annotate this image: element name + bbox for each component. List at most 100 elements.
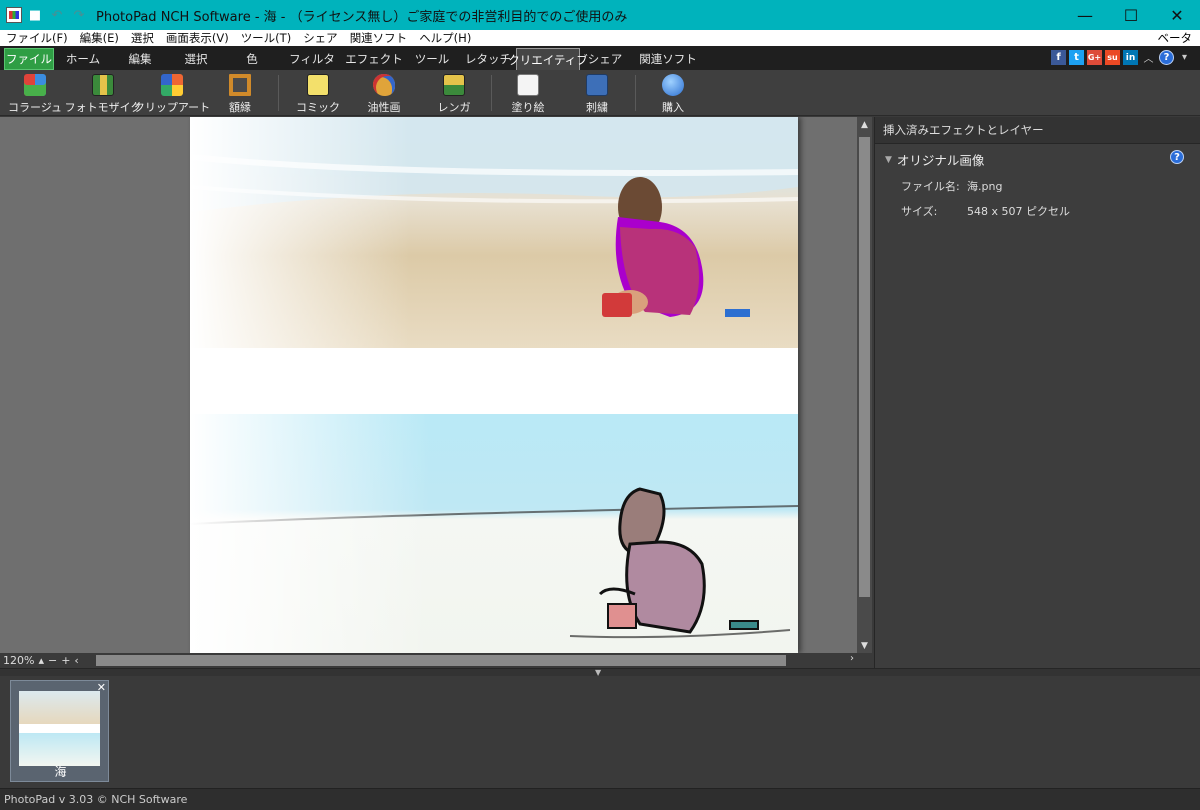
embroidery-button[interactable]: 刺繍 — [582, 74, 612, 115]
menu-select[interactable]: 選択 — [125, 30, 160, 46]
tab-edit[interactable]: 編集 — [112, 48, 168, 70]
embroidery-label: 刺繍 — [586, 101, 608, 114]
googleplus-icon[interactable]: G+ — [1087, 50, 1102, 65]
collage-label: コラージュ — [8, 101, 63, 114]
image-workspace[interactable] — [0, 117, 857, 653]
clipart-icon — [161, 74, 183, 96]
app-icon[interactable] — [6, 7, 22, 23]
zoom-in-button[interactable]: + — [61, 654, 70, 667]
filmstrip-splitter[interactable]: ▼ — [0, 668, 1200, 677]
tab-file[interactable]: ファイル — [4, 48, 54, 70]
zoom-up-icon[interactable]: ▴ — [38, 654, 44, 667]
panel-help-icon[interactable]: ? — [1170, 150, 1184, 164]
tab-home[interactable]: ホーム — [54, 48, 112, 70]
comic-effect-photo — [190, 414, 798, 653]
original-image-section[interactable]: ▼ オリジナル画像 — [875, 150, 1200, 169]
menu-bar: ファイル(F) 編集(E) 選択 画面表示(V) ツール(T) シェア 関連ソフ… — [0, 30, 1200, 46]
buy-button[interactable]: 購入 — [658, 74, 688, 115]
title-bar: ■ ↶ ↷ PhotoPad NCH Software - 海 - （ライセンス… — [0, 0, 1200, 30]
size-value: 548 x 507 ピクセル — [967, 205, 1070, 218]
toolbar-separator — [491, 75, 492, 111]
tab-creative[interactable]: クリエイティブ — [508, 48, 588, 70]
panel-title: 挿入済みエフェクトとレイヤー — [875, 117, 1200, 144]
brick-button[interactable]: レンガ — [437, 74, 471, 115]
tab-filter[interactable]: フィルタ — [280, 48, 344, 70]
tab-color[interactable]: 色 — [224, 48, 280, 70]
photomosaic-button[interactable]: フォトモザイク — [65, 74, 141, 115]
comic-icon — [307, 74, 329, 96]
help-dropdown-icon[interactable]: ▾ — [1177, 50, 1192, 65]
buy-globe-icon — [662, 74, 684, 96]
maximize-button[interactable]: ☐ — [1108, 0, 1154, 30]
size-label: サイズ: — [901, 205, 938, 218]
filename-value: 海.png — [967, 180, 1003, 193]
paintbynumber-icon — [517, 74, 539, 96]
zoom-out-button[interactable]: − — [48, 654, 57, 667]
scroll-up-icon[interactable]: ▲ — [857, 117, 872, 132]
minimize-button[interactable]: — — [1062, 0, 1108, 30]
frame-icon — [229, 74, 251, 96]
horizontal-scroll-thumb[interactable] — [96, 655, 786, 666]
menu-help[interactable]: ヘルプ(H) — [413, 30, 477, 46]
tab-tools[interactable]: ツール — [404, 48, 460, 70]
status-bar: PhotoPad v 3.03 © NCH Software — [0, 788, 1200, 810]
menu-edit[interactable]: 編集(E) — [74, 30, 125, 46]
scroll-down-icon[interactable]: ▼ — [857, 638, 872, 653]
stumbleupon-icon[interactable]: su — [1105, 50, 1120, 65]
filename-label: ファイル名: — [901, 180, 960, 193]
help-icon[interactable]: ? — [1159, 50, 1174, 65]
facebook-icon[interactable]: f — [1051, 50, 1066, 65]
frame-label: 額縁 — [229, 101, 251, 114]
brick-label: レンガ — [437, 101, 471, 114]
tab-share[interactable]: シェア — [580, 48, 630, 70]
ribbon-tabs: ファイル ホーム 編集 選択 色 フィルタ エフェクト ツール レタッチ クリエ… — [0, 46, 1200, 70]
vignette-overlay — [190, 414, 430, 653]
comic-button[interactable]: コミック — [296, 74, 340, 115]
collapse-triangle-icon[interactable]: ▼ — [885, 155, 892, 165]
filmstrip: ✕ 海 — [0, 676, 1200, 788]
thumbnail-image — [19, 691, 100, 766]
collage-button[interactable]: コラージュ — [8, 74, 63, 115]
toolbar-separator — [278, 75, 279, 111]
zoom-level[interactable]: 120% — [3, 654, 34, 667]
comic-label: コミック — [296, 101, 340, 114]
tab-effect[interactable]: エフェクト — [344, 48, 404, 70]
scroll-left-icon[interactable]: ‹ — [74, 654, 78, 667]
buy-label: 購入 — [662, 101, 684, 114]
save-icon[interactable]: ■ — [26, 6, 44, 24]
photopad-window: ■ ↶ ↷ PhotoPad NCH Software - 海 - （ライセンス… — [0, 0, 1200, 810]
menu-share[interactable]: シェア — [297, 30, 344, 46]
menu-view[interactable]: 画面表示(V) — [160, 30, 235, 46]
frame-button[interactable]: 額縁 — [220, 74, 260, 115]
oilpaint-button[interactable]: 油性画 — [364, 74, 404, 115]
photomosaic-icon — [92, 74, 114, 96]
tab-select[interactable]: 選択 — [168, 48, 224, 70]
vertical-scrollbar[interactable]: ▲ ▼ — [857, 117, 872, 653]
menu-beta[interactable]: ベータ — [1158, 30, 1193, 46]
twitter-icon[interactable]: t — [1069, 50, 1084, 65]
toolbar-separator — [635, 75, 636, 111]
original-image-title: オリジナル画像 — [896, 153, 985, 168]
original-photo — [190, 117, 798, 348]
collapse-ribbon-icon[interactable]: ︿ — [1141, 50, 1156, 65]
filename-row: ファイル名: 海.png — [901, 178, 1200, 194]
image-canvas[interactable] — [190, 117, 798, 653]
scroll-right-icon[interactable]: › — [850, 653, 854, 664]
scroll-thumb[interactable] — [859, 137, 870, 597]
collage-icon — [24, 74, 46, 96]
undo-icon[interactable]: ↶ — [48, 6, 66, 24]
close-button[interactable]: ✕ — [1154, 0, 1200, 30]
menu-file[interactable]: ファイル(F) — [0, 30, 74, 46]
redo-icon[interactable]: ↷ — [70, 6, 88, 24]
palette-icon — [373, 74, 395, 96]
paintbynumber-button[interactable]: 塗り絵 — [510, 74, 546, 115]
tab-related-software[interactable]: 関連ソフト — [630, 48, 706, 70]
vignette-overlay — [190, 117, 410, 348]
close-thumbnail-icon[interactable]: ✕ — [97, 681, 106, 694]
menu-tools[interactable]: ツール(T) — [235, 30, 298, 46]
menu-related[interactable]: 関連ソフト — [344, 30, 414, 46]
thumbnail-label: 海 — [54, 765, 67, 779]
clipart-button[interactable]: クリップアート — [134, 74, 210, 115]
image-thumbnail[interactable]: ✕ 海 — [10, 680, 109, 782]
linkedin-icon[interactable]: in — [1123, 50, 1138, 65]
